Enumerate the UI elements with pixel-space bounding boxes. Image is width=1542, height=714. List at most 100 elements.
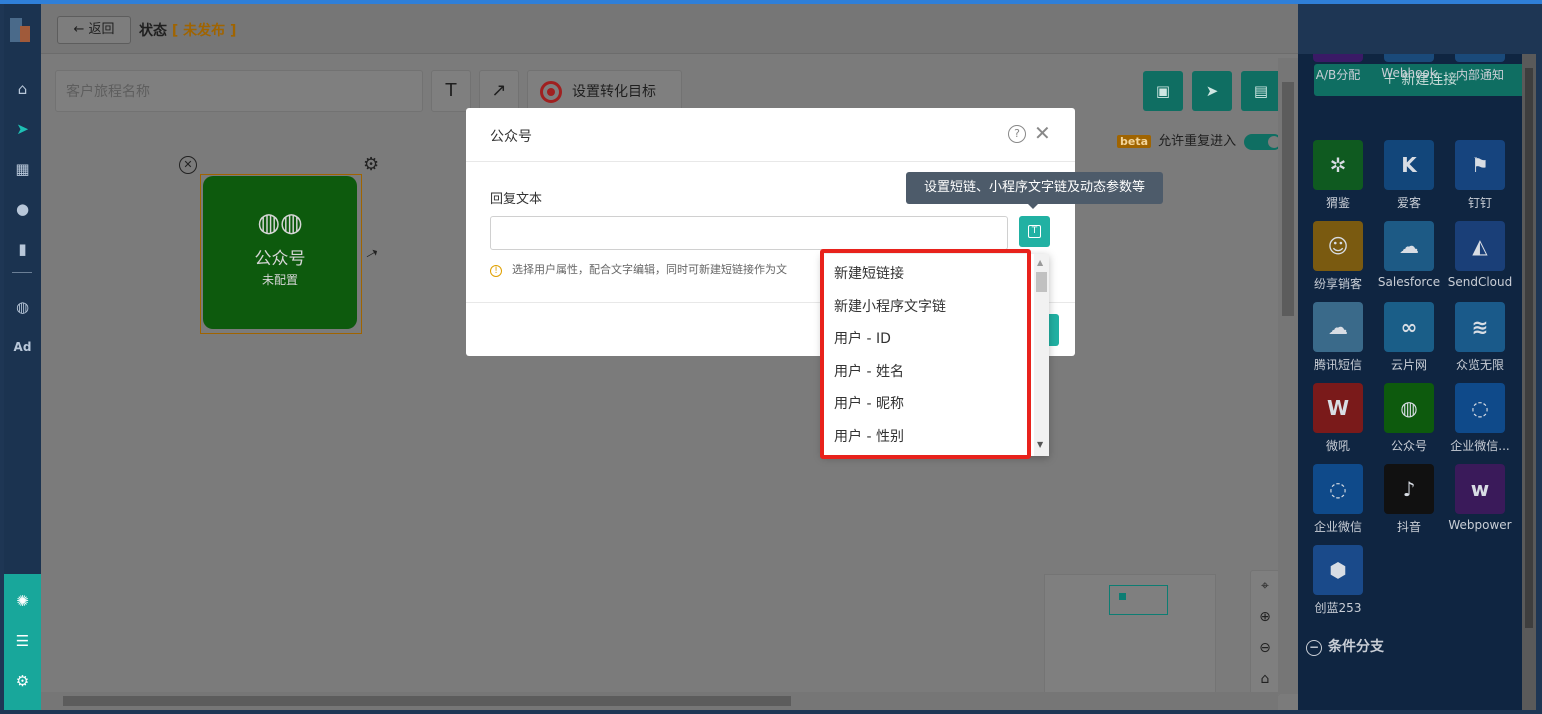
minimap[interactable] <box>1044 574 1216 694</box>
connector-tile[interactable]: ◌ 企业微信... <box>1444 383 1516 454</box>
dropdown-scrollbar[interactable]: ▲ ▼ <box>1034 254 1049 456</box>
connector-label: Webpower <box>1448 518 1512 532</box>
canvas-horizontal-scrollbar[interactable] <box>41 692 1278 710</box>
set-goal-button[interactable]: 设置转化目标 <box>527 70 682 112</box>
settings-circle-icon[interactable]: ✺ <box>4 588 41 614</box>
text-tool-button[interactable]: T <box>431 70 471 112</box>
user-icon[interactable]: ● <box>4 196 41 222</box>
help-icon[interactable]: ? <box>1008 125 1026 143</box>
connector-label: 企业微信 <box>1313 520 1362 534</box>
connector-tile[interactable]: ⇄ A/B分配 <box>1302 54 1374 83</box>
connector-tile[interactable]: ◌ 企业微信 <box>1302 464 1374 535</box>
node-gear-icon[interactable]: ⚙ <box>363 154 379 175</box>
reply-text-label: 回复文本 <box>490 192 543 207</box>
connector-tile[interactable]: ⚑ 钉钉 <box>1444 140 1516 211</box>
scroll-thumb[interactable] <box>1525 68 1533 628</box>
connector-label: A/B分配 <box>1315 68 1361 82</box>
connector-icon: ◍ <box>1384 383 1434 433</box>
warning-icon: ! <box>490 265 502 277</box>
connector-icon: ⬢ <box>1313 545 1363 595</box>
connector-label: 创蓝253 <box>1314 601 1362 615</box>
connector-tile[interactable]: ◍ 公众号 <box>1373 383 1445 454</box>
connector-tile[interactable]: ☁ Salesforce <box>1373 221 1445 289</box>
zoom-controls: ⌖ ⊕ ⊖ ⌂ <box>1250 570 1280 696</box>
connector-tile[interactable]: ∞ 云片网 <box>1373 302 1445 373</box>
back-button[interactable]: ← 返回 <box>57 16 131 44</box>
wechat-icon: ◍◍ <box>257 208 303 238</box>
connector-icon: ☍ <box>1455 54 1505 62</box>
repeat-entry-label: 允许重复进入 <box>1158 134 1237 149</box>
connector-icon: ⚑ <box>1455 140 1505 190</box>
home-icon[interactable]: ⌂ <box>4 76 41 102</box>
connector-icon: ⟲ <box>1384 54 1434 62</box>
connector-icon: ◭ <box>1455 221 1505 271</box>
condition-branch-header[interactable]: − 条件分支 <box>1306 636 1384 656</box>
connector-tile[interactable]: W 微吼 <box>1302 383 1374 454</box>
node-title: 公众号 <box>254 249 306 269</box>
connector-icon: ◌ <box>1313 464 1363 514</box>
target-icon <box>540 81 562 103</box>
storage-icon[interactable]: ☰ <box>4 628 41 654</box>
status-label: 状态 <box>139 23 167 39</box>
connector-label: 云片网 <box>1390 358 1427 372</box>
connector-label: 公众号 <box>1390 439 1427 453</box>
beta-badge: beta <box>1117 135 1152 148</box>
fit-icon[interactable]: ⌂ <box>1251 664 1279 695</box>
layout-icon[interactable]: ▦ <box>4 156 41 182</box>
journey-name-input[interactable]: 客户旅程名称 <box>55 70 423 112</box>
top-bar: ← 返回 状态 [ 未发布 ] ••• ● <box>41 4 1298 54</box>
insert-param-button[interactable]: T <box>1019 216 1050 247</box>
connector-icon: ≋ <box>1455 302 1505 352</box>
collapse-icon: − <box>1306 640 1322 656</box>
confirm-button[interactable] <box>1048 314 1059 346</box>
status-value: 未发布 <box>183 23 226 39</box>
connector-tile[interactable]: ⟲ Webhook <box>1373 54 1445 80</box>
repeat-entry-toggle[interactable] <box>1244 133 1283 150</box>
ad-icon[interactable]: Ad <box>4 334 41 360</box>
scroll-thumb[interactable] <box>1282 82 1294 316</box>
connector-tile[interactable]: ♪ 抖音 <box>1373 464 1445 535</box>
connector-tile[interactable]: ◭ SendCloud <box>1444 221 1516 289</box>
locate-icon[interactable]: ⌖ <box>1251 571 1279 602</box>
chart-icon[interactable]: ▮ <box>4 236 41 262</box>
panel-scrollbar[interactable] <box>1522 54 1536 710</box>
minimap-viewport[interactable] <box>1109 585 1168 615</box>
gear-icon[interactable]: ⚙ <box>4 668 41 694</box>
scroll-thumb[interactable] <box>1036 272 1047 292</box>
zoom-in-icon[interactable]: ⊕ <box>1251 602 1279 633</box>
layout-button[interactable]: ▤ <box>1241 71 1281 111</box>
scroll-up-icon[interactable]: ▲ <box>1037 258 1043 267</box>
canvas-vertical-scrollbar[interactable] <box>1278 58 1298 694</box>
connector-handle-icon[interactable]: ➝ <box>361 242 382 265</box>
reply-text-input[interactable] <box>490 216 1008 250</box>
connector-tile[interactable]: ≋ 众览无限 <box>1444 302 1516 373</box>
publish-button[interactable]: ➤ <box>1192 71 1232 111</box>
connector-tile[interactable]: ☺ 纷享销客 <box>1302 221 1374 292</box>
text-box-icon: T <box>1028 225 1041 238</box>
modal-title: 公众号 <box>490 129 532 145</box>
nav-divider <box>12 272 32 273</box>
wechat-icon[interactable]: ◍ <box>4 294 41 320</box>
connector-tile[interactable]: ✲ 猬鉴 <box>1302 140 1374 211</box>
connector-tile[interactable]: ⬢ 创蓝253 <box>1302 545 1374 616</box>
connector-tile[interactable]: ☍ 内部通知 <box>1444 54 1516 83</box>
scroll-down-icon[interactable]: ▼ <box>1037 440 1043 449</box>
send-icon[interactable]: ➤ <box>4 116 41 142</box>
left-nav: ⌂ ➤ ▦ ● ▮ ◍ Ad ✺ ☰ ⚙ <box>4 4 41 710</box>
connector-icon: ♪ <box>1384 464 1434 514</box>
save-button[interactable]: ▣ <box>1143 71 1183 111</box>
wechat-node[interactable]: ◍◍ 公众号 未配置 <box>203 176 357 329</box>
connector-label: 钉钉 <box>1467 196 1492 210</box>
connector-tile[interactable]: ☁ 腾讯短信 <box>1302 302 1374 373</box>
repeat-entry-row: beta 允许重复进入 <box>1117 130 1283 150</box>
scroll-thumb[interactable] <box>63 696 791 706</box>
connector-tile[interactable]: K 爱客 <box>1373 140 1445 211</box>
hint-text: ! 选择用户属性，配合文字编辑，同时可新建短链接作为文 <box>490 261 820 277</box>
arrow-tool-button[interactable]: ↗ <box>479 70 519 112</box>
connector-tile[interactable]: w Webpower <box>1444 464 1516 532</box>
zoom-out-icon[interactable]: ⊖ <box>1251 633 1279 664</box>
set-goal-label: 设置转化目标 <box>572 84 656 100</box>
close-icon[interactable]: ✕ <box>1034 121 1051 145</box>
node-close-icon[interactable]: ✕ <box>179 156 197 174</box>
status-bracket-close: ] <box>230 23 237 39</box>
